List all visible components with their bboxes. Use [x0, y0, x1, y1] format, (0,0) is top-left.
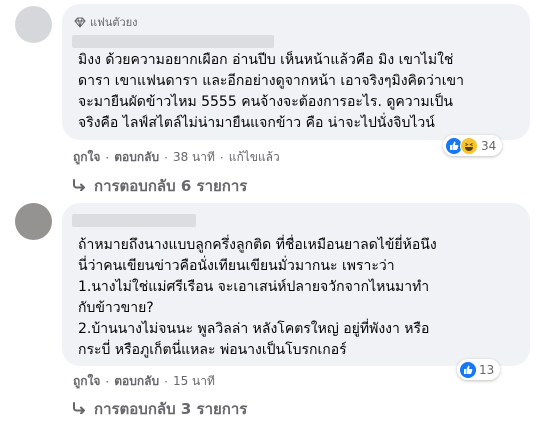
redacted-commenter-name[interactable] [72, 35, 274, 48]
reaction-count: 13 [479, 362, 495, 377]
view-replies-button[interactable]: การตอบกลับ 3 รายการ [72, 397, 247, 421]
diamond-icon [74, 17, 86, 28]
separator: · [164, 374, 168, 389]
comment-bubble: แฟนตัวยง มิงง ด้วยความอยากเผือก อ่านปีบ … [62, 4, 530, 140]
commenter-avatar[interactable] [15, 203, 52, 240]
comment-line: จะมายืนผัดข้าวไหม 5555 คนจ้างจะต้องการอะ… [78, 94, 453, 110]
edited-label: แก้ไขแล้ว [228, 150, 280, 164]
reaction-summary[interactable]: 13 [457, 359, 501, 380]
haha-reaction-icon [460, 136, 478, 155]
comment-line: 2.บ้านนางไม่จนนะ พูลวิลล่า หลังโคตรใหญ่ … [78, 321, 430, 337]
comment-line: ถ้าหมายถึงนางแบบลูกครึ่งลูกติด ที่ชื่อเห… [78, 237, 437, 253]
reply-arrow-icon [72, 177, 86, 195]
comment-line: กับข้าวขาย? [78, 300, 154, 316]
reply-arrow-icon [72, 400, 86, 418]
comment-line: มิงง ด้วยความอยากเผือก อ่านปีบ เห็นหน้าแ… [78, 52, 454, 68]
reply-link[interactable]: ตอบกลับ [114, 148, 159, 167]
comment-text: มิงง ด้วยความอยากเผือก อ่านปีบ เห็นหน้าแ… [78, 50, 464, 134]
timestamp[interactable]: 38 นาที [173, 148, 215, 167]
separator: · [164, 150, 168, 165]
redacted-commenter-name[interactable] [72, 214, 196, 227]
comment-line: นี่ว่าคนเขียนข่าวคือนั่งเทียนเขียนมั่วมา… [78, 258, 395, 274]
comment-text: ถ้าหมายถึงนางแบบลูกครึ่งลูกติด ที่ชื่อเห… [78, 235, 437, 361]
comment-line: จริงคือ ไลฟ์สไตล์ไม่น่ามายืนแจกข้าว คือ … [78, 115, 435, 131]
comment-line: ดารา เขาแฟนดารา และอีกอย่างดูจากหน้า เอา… [78, 73, 464, 89]
top-fan-badge: แฟนตัวยง [74, 13, 138, 31]
reaction-summary[interactable]: 34 [443, 135, 503, 156]
separator: · [105, 374, 110, 389]
replies-label: การตอบกลับ 6 รายการ [94, 177, 248, 195]
reply-link[interactable]: ตอบกลับ [114, 372, 159, 391]
separator: · [219, 150, 224, 165]
comment-line: 1.นางไม่ใช่แม่ศรีเรือน จะเอาเสน่ห์ปลายจว… [78, 279, 430, 295]
timestamp[interactable]: 15 นาที [173, 372, 215, 391]
comment-line: กระบี่ หรือภูเก็ตนี่แหละ พ่อนางเป็นโบรกเ… [78, 342, 347, 358]
badge-label: แฟนตัวยง [90, 16, 138, 29]
like-link[interactable]: ถูกใจ [73, 372, 100, 391]
comment-bubble: ถ้าหมายถึงนางแบบลูกครึ่งลูกติด ที่ชื่อเห… [62, 203, 530, 366]
like-link[interactable]: ถูกใจ [73, 148, 100, 167]
commenter-avatar[interactable] [15, 6, 52, 43]
reaction-count: 34 [481, 138, 497, 153]
view-replies-button[interactable]: การตอบกลับ 6 รายการ [72, 174, 247, 198]
separator: · [105, 150, 110, 165]
replies-label: การตอบกลับ 3 รายการ [94, 400, 248, 418]
comment-actions: ถูกใจ · ตอบกลับ · 38 นาที · แก้ไขแล้ว [73, 148, 280, 167]
comment-actions: ถูกใจ · ตอบกลับ · 15 นาที [73, 372, 215, 391]
like-reaction-icon [460, 361, 476, 378]
